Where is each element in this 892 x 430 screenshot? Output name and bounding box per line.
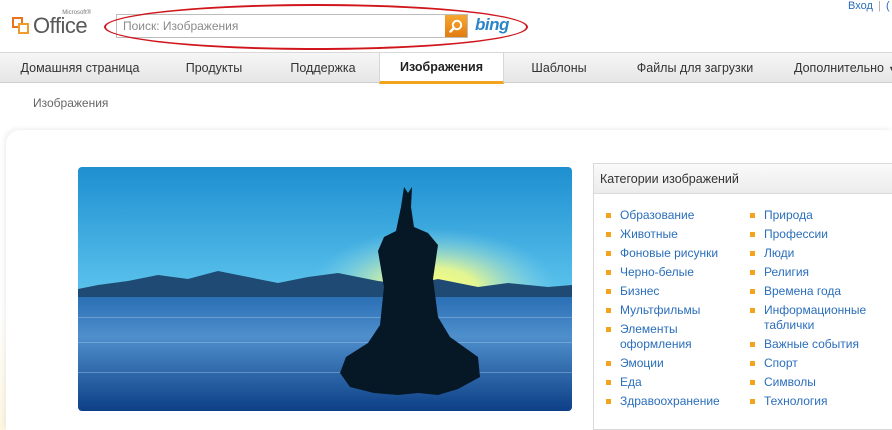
category-link[interactable]: Животные xyxy=(606,227,746,242)
category-link[interactable]: Люди xyxy=(750,246,890,261)
category-link[interactable]: Религия xyxy=(750,265,890,280)
bullet-icon xyxy=(750,270,755,275)
category-link[interactable]: Бизнес xyxy=(606,284,746,299)
nav-more-label: Дополнительно xyxy=(794,61,884,75)
office-logo-icon xyxy=(12,17,30,35)
category-link[interactable]: Образование xyxy=(606,208,746,223)
bullet-icon xyxy=(606,213,611,218)
categories-left-column: Образование Животные Фоновые рисунки Чер… xyxy=(606,208,746,413)
logo-text: Office Microsoft® xyxy=(33,10,92,38)
bullet-icon xyxy=(606,327,611,332)
header: Office Microsoft® bing Вход | ( xyxy=(0,0,892,52)
category-link[interactable]: Профессии xyxy=(750,227,890,242)
yoga-silhouette-image xyxy=(78,167,572,411)
bullet-icon xyxy=(750,399,755,404)
nav-home[interactable]: Домашняя страница xyxy=(0,53,160,83)
category-link[interactable]: Технология xyxy=(750,394,890,409)
bullet-icon xyxy=(750,251,755,256)
category-link[interactable]: Мультфильмы xyxy=(606,303,746,318)
bullet-icon xyxy=(606,270,611,275)
bing-logo[interactable]: bing xyxy=(475,15,509,35)
category-link[interactable]: Природа xyxy=(750,208,890,223)
bullet-icon xyxy=(606,289,611,294)
nav-products[interactable]: Продукты xyxy=(160,53,268,83)
office-logo[interactable]: Office Microsoft® xyxy=(12,10,104,40)
breadcrumb[interactable]: Изображения xyxy=(33,96,108,110)
hero-image[interactable] xyxy=(78,167,572,411)
category-link[interactable]: Спорт xyxy=(750,356,890,371)
bullet-icon xyxy=(606,361,611,366)
signin-link[interactable]: Вход xyxy=(848,0,873,12)
chevron-down-icon: ▼ xyxy=(888,64,892,74)
bullet-icon xyxy=(750,361,755,366)
search-button[interactable] xyxy=(445,15,467,37)
nav-more[interactable]: Дополнительно ▼ xyxy=(776,53,892,83)
search-box xyxy=(116,14,468,38)
bullet-icon xyxy=(606,308,611,313)
bullet-icon xyxy=(750,213,755,218)
category-link[interactable]: Времена года xyxy=(750,284,890,299)
bullet-icon xyxy=(606,251,611,256)
bullet-icon xyxy=(606,232,611,237)
category-link[interactable]: Здравоохранение xyxy=(606,394,746,409)
signin-extra[interactable]: ( xyxy=(886,0,890,12)
categories-right-column: Природа Профессии Люди Религия Времена г… xyxy=(750,208,890,413)
category-link[interactable]: Информационные таблички xyxy=(750,303,870,333)
category-link[interactable]: Черно-белые xyxy=(606,265,746,280)
category-link[interactable]: Еда xyxy=(606,375,746,390)
nav-support[interactable]: Поддержка xyxy=(268,53,378,83)
bullet-icon xyxy=(750,342,755,347)
search-icon xyxy=(449,19,463,33)
bullet-icon xyxy=(750,232,755,237)
nav-images[interactable]: Изображения xyxy=(379,53,504,84)
category-link[interactable]: Символы xyxy=(750,375,890,390)
bullet-icon xyxy=(750,380,755,385)
bullet-icon xyxy=(606,380,611,385)
category-link[interactable]: Эмоции xyxy=(606,356,746,371)
category-link[interactable]: Элементы оформления xyxy=(606,322,692,352)
search-input[interactable] xyxy=(117,15,445,37)
categories-panel: Категории изображений Образование Животн… xyxy=(593,163,892,430)
bullet-icon xyxy=(606,399,611,404)
main-nav: Домашняя страница Продукты Поддержка Изо… xyxy=(0,52,892,84)
signin-divider: | xyxy=(878,0,881,12)
logo-superscript: Microsoft® xyxy=(62,10,92,16)
category-link[interactable]: Важные события xyxy=(750,337,890,352)
nav-downloads[interactable]: Файлы для загрузки xyxy=(614,53,776,83)
categories-title: Категории изображений xyxy=(594,164,892,194)
nav-templates[interactable]: Шаблоны xyxy=(504,53,614,83)
bullet-icon xyxy=(750,308,755,313)
bullet-icon xyxy=(750,289,755,294)
category-link[interactable]: Фоновые рисунки xyxy=(606,246,746,261)
